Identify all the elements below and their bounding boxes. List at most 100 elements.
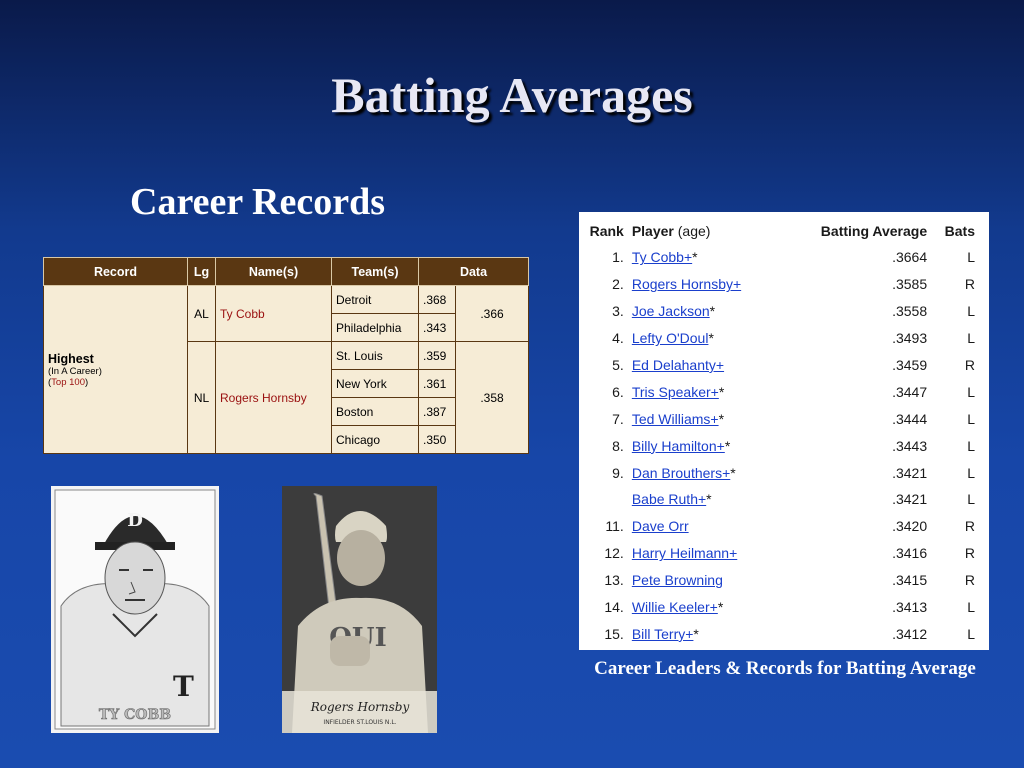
marker: * (724, 437, 731, 454)
table-row: 1. Ty Cobb+* .3664 L (579, 244, 989, 271)
rank-cell: 6. (612, 383, 624, 400)
player-link[interactable]: Ty Cobb (215, 285, 332, 342)
bats-cell: L (967, 410, 975, 427)
bats-cell: L (967, 383, 975, 400)
rank-cell: 2. (612, 276, 624, 293)
average-cell: .3413 (892, 599, 928, 616)
player-link[interactable]: Babe Ruth+ (632, 491, 706, 507)
team-average: .361 (418, 369, 456, 398)
player-cell: Lefty O'Doul* (632, 325, 808, 352)
team-average: .350 (418, 425, 456, 454)
player-link[interactable]: Ted Williams+ (632, 411, 719, 427)
table-row: 6. Tris Speaker+* .3447 L (579, 378, 989, 405)
marker: * (709, 303, 716, 320)
player-link[interactable]: Dan Brouthers+ (632, 465, 730, 481)
header-names: Name(s) (215, 257, 332, 286)
player-link[interactable]: Pete Browning (632, 572, 723, 588)
bats-cell: L (967, 464, 975, 481)
career-leaders-table: Rank Player (age) Batting Average Bats 1… (579, 212, 989, 650)
table-row: 11. Dave Orr .3420 R (579, 513, 989, 540)
player-link[interactable]: Dave Orr (632, 518, 689, 534)
table-row: 14. Willie Keeler+* .3413 L (579, 594, 989, 621)
average-cell: .3558 (892, 303, 928, 320)
bats-cell: R (964, 357, 975, 373)
player-link[interactable]: Billy Hamilton+ (632, 438, 725, 454)
average-cell: .3421 (892, 464, 928, 481)
marker: * (708, 330, 714, 347)
average-cell: .3585 (892, 276, 928, 293)
team-cell: St. Louis (331, 341, 419, 370)
player-cell: Dave Orr (632, 513, 808, 540)
bats-cell: R (964, 545, 975, 562)
player-link[interactable]: Rogers Hornsby+ (632, 276, 741, 292)
bats-cell: R (964, 276, 975, 293)
rank-cell: 12. (604, 545, 624, 562)
player-cell: Willie Keeler+* (632, 594, 808, 621)
rank-cell: 13. (604, 572, 624, 589)
bats-cell: L (967, 437, 975, 454)
svg-text:T: T (173, 670, 194, 703)
marker: * (706, 491, 712, 508)
rank-cell: 5. (612, 357, 624, 373)
player-link[interactable]: Rogers Hornsby (215, 341, 332, 454)
header-lg: Lg (187, 257, 216, 286)
bats-cell: L (967, 330, 975, 347)
player-cell: Babe Ruth+* (632, 486, 808, 513)
marker: * (717, 599, 724, 616)
team-average: .368 (418, 285, 456, 314)
rogers-hornsby-photo: OUI Rogers Hornsby INFIELDER ST.LOUIS N.… (282, 486, 437, 733)
player-cell: Dan Brouthers+* (632, 459, 808, 486)
player-cell: Billy Hamilton+* (632, 432, 808, 459)
player-link[interactable]: Harry Heilmann+ (632, 545, 737, 561)
table-row: 15. Bill Terry+* .3412 L (579, 620, 989, 647)
average-cell: .3664 (892, 249, 928, 266)
player-link[interactable]: Willie Keeler+ (632, 599, 718, 615)
top100-line: (Top 100) (48, 376, 89, 388)
bats-cell: R (964, 572, 975, 589)
table-row: 3. Joe Jackson* .3558 L (579, 298, 989, 325)
top100-link[interactable]: Top 100 (51, 377, 85, 388)
records-header-row: Record Lg Name(s) Team(s) Data (43, 257, 529, 286)
header-teams: Team(s) (331, 257, 419, 286)
team-cell: Detroit (331, 285, 419, 314)
table-row: 4. Lefty O'Doul* .3493 L (579, 325, 989, 352)
table-row: 8. Billy Hamilton+* .3443 L (579, 432, 989, 459)
league-cell: AL (187, 285, 216, 342)
slide-subtitle: Career Records (130, 181, 385, 223)
bats-cell: L (967, 303, 975, 320)
average-cell: .3493 (892, 330, 928, 347)
ty-cobb-photo: D T TY COBB (51, 486, 219, 733)
player-link[interactable]: Joe Jackson (632, 303, 710, 319)
player-cell: Rogers Hornsby+ (632, 271, 808, 298)
marker: * (718, 410, 725, 427)
player-link[interactable]: Lefty O'Doul (632, 330, 709, 346)
table-row: 5. Ed Delahanty+ .3459 R (579, 352, 989, 379)
bats-cell: R (964, 518, 975, 535)
player-cell: Ty Cobb+* (632, 244, 808, 271)
rank-cell: 15. (604, 625, 624, 642)
player-link[interactable]: Tris Speaker+ (632, 384, 719, 400)
table-row: 9. Dan Brouthers+* .3421 L (579, 459, 989, 486)
average-cell: .3421 (892, 491, 928, 508)
average-cell: .3420 (892, 518, 928, 535)
bats-cell: L (967, 249, 975, 266)
average-cell: .3459 (892, 357, 928, 373)
header-age: (age) (677, 223, 711, 239)
marker: * (730, 464, 736, 481)
header-record: Record (43, 257, 188, 286)
header-player: Player (age) (631, 223, 711, 239)
career-average: .366 (455, 285, 529, 342)
rank-cell: 7. (612, 410, 624, 427)
rank-cell: 1. (612, 249, 624, 266)
average-cell: .3416 (892, 545, 928, 562)
photo-caption: INFIELDER ST.LOUIS N.L. (323, 719, 396, 726)
table-row: 13. Pete Browning .3415 R (579, 567, 989, 594)
player-link[interactable]: Ed Delahanty+ (632, 357, 724, 373)
team-average: .343 (418, 313, 456, 342)
player-link[interactable]: Bill Terry+ (632, 626, 694, 642)
rank-cell (579, 486, 632, 513)
average-cell: .3415 (892, 572, 928, 589)
player-link[interactable]: Ty Cobb+ (632, 249, 692, 265)
photo-signature: Rogers Hornsby (310, 700, 410, 714)
photo-caption: TY COBB (99, 707, 171, 723)
